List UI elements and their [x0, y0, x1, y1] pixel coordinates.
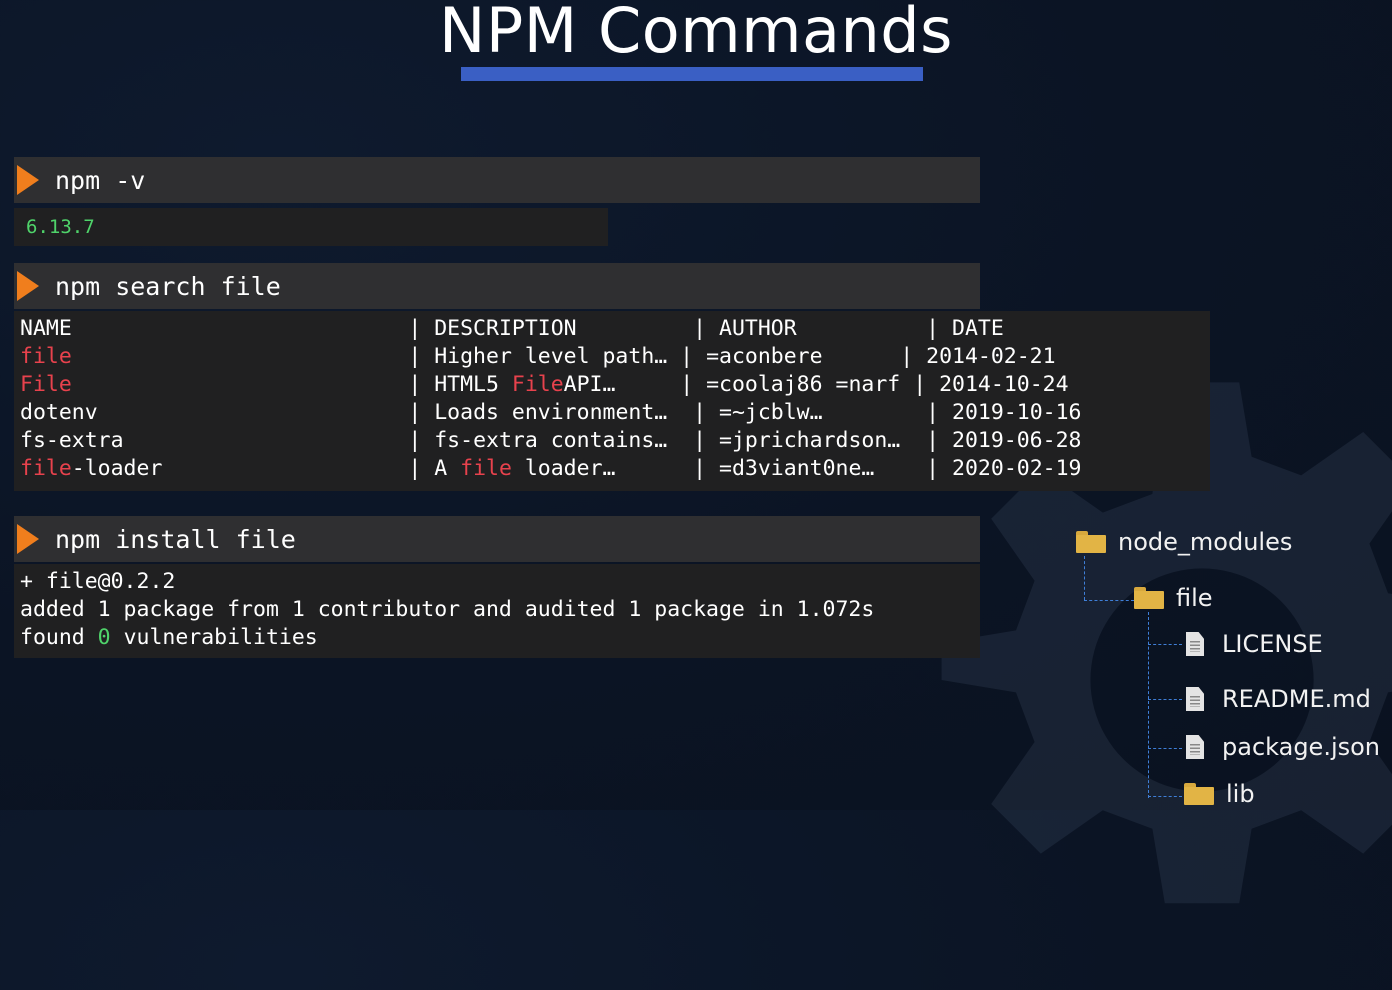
description-file-loader: A file loader… [434, 456, 616, 481]
play-arrow-icon [17, 524, 39, 554]
command-text: npm install file [55, 524, 296, 554]
tree-node-readme[interactable]: README.md [1186, 685, 1371, 713]
table-row: fs-extra | fs-extra contains… | =jpricha… [20, 428, 1082, 453]
col-header-author: AUTHOR [719, 316, 797, 341]
col-header-date: DATE [952, 316, 1004, 341]
search-results-table: NAME | DESCRIPTION | AUTHOR | DATE file … [14, 311, 1210, 491]
command-text: npm search file [55, 271, 281, 301]
slide-title: NPM Commands [439, 0, 953, 67]
version-output-panel: 6.13.7 [14, 208, 608, 246]
tree-node-license[interactable]: LICENSE [1186, 630, 1323, 658]
version-output: 6.13.7 [26, 216, 95, 238]
install-output-line: found 0 vulnerabilities [20, 625, 318, 650]
document-icon [1186, 735, 1204, 759]
vulnerability-count: 0 [97, 625, 111, 650]
command-text: npm -v [55, 165, 146, 195]
tree-node-lib[interactable]: lib [1184, 780, 1255, 808]
tree-node-file[interactable]: file [1134, 584, 1213, 612]
table-row: File | HTML5 FileAPI… | =coolaj86 =narf … [20, 372, 1069, 397]
install-output-panel: + file@0.2.2 added 1 package from 1 cont… [14, 564, 980, 658]
table-row: dotenv | Loads environment… | =~jcblw… |… [20, 400, 1082, 425]
command-bar-search: npm search file [14, 263, 980, 309]
tree-node-package-json[interactable]: package.json [1186, 733, 1380, 761]
col-header-name: NAME [20, 316, 72, 341]
folder-icon [1184, 783, 1214, 805]
command-bar-version: npm -v [14, 157, 980, 203]
file-tree: node_modules file LICENSE README.md pack… [1070, 520, 1392, 810]
install-output-line: + file@0.2.2 [20, 569, 176, 594]
table-row: file | Higher level path… | =aconbere | … [20, 344, 1056, 369]
title-underline [461, 67, 923, 81]
document-icon [1186, 687, 1204, 711]
folder-icon [1134, 587, 1164, 609]
col-header-description: DESCRIPTION [434, 316, 577, 341]
folder-icon [1076, 531, 1106, 553]
table-header-row: NAME | DESCRIPTION | AUTHOR | DATE [20, 316, 1004, 341]
play-arrow-icon [17, 271, 39, 301]
document-icon [1186, 632, 1204, 656]
description-html5-fileapi: HTML5 FileAPI… [434, 372, 616, 397]
command-bar-install: npm install file [14, 516, 980, 562]
table-row: file-loader | A file loader… | =d3viant0… [20, 456, 1082, 481]
play-arrow-icon [17, 165, 39, 195]
install-output-line: added 1 package from 1 contributor and a… [20, 597, 875, 622]
tree-node-node-modules[interactable]: node_modules [1076, 528, 1292, 556]
